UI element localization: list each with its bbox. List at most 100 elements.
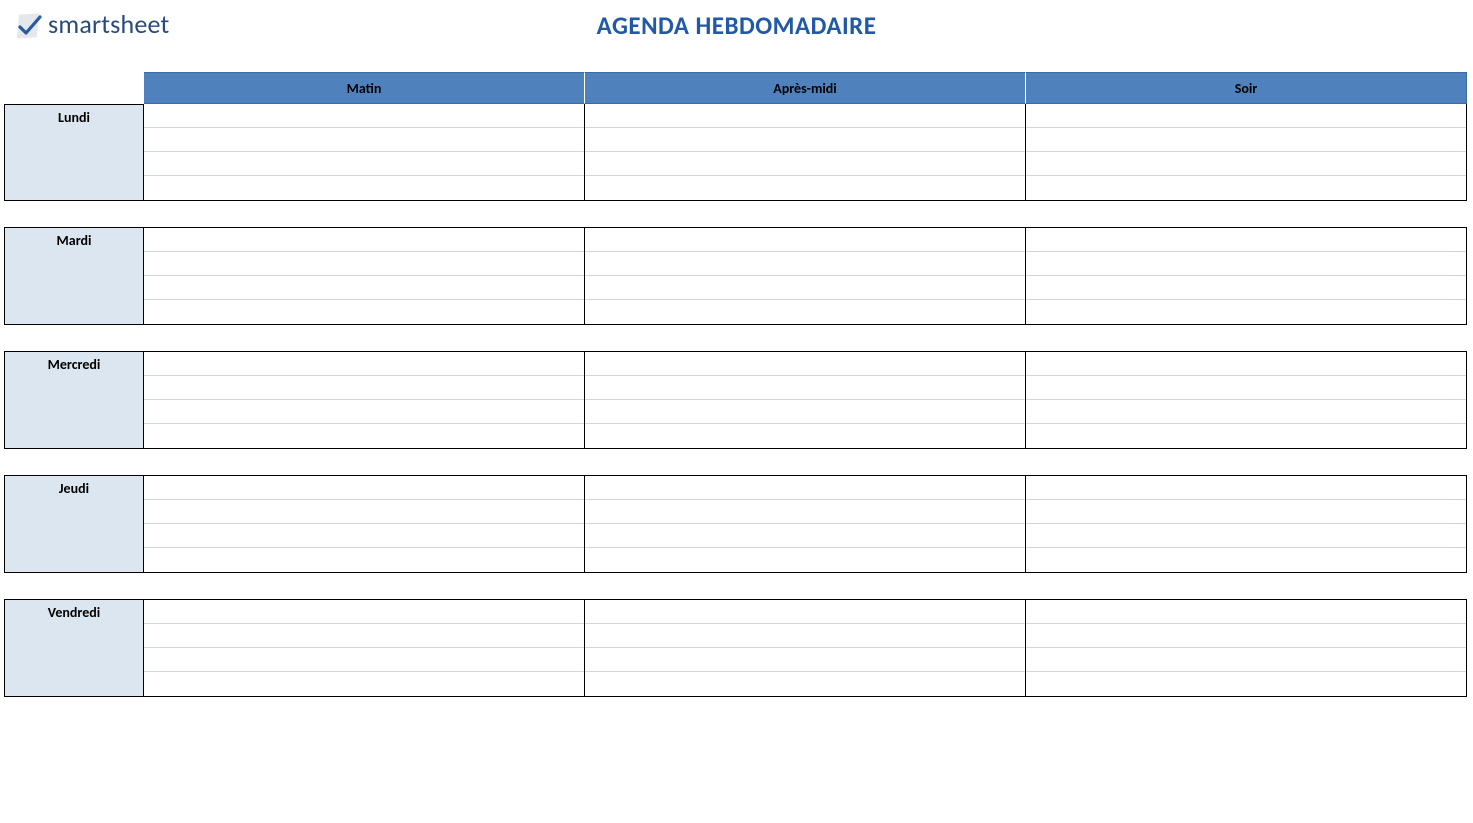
day-cells [144,227,1467,325]
col-header-apresmidi: Après-midi [585,72,1026,104]
cell-column [1026,475,1467,573]
day-block: Vendredi [4,599,1473,697]
agenda-cell[interactable] [1026,400,1466,424]
agenda-cell[interactable] [144,476,584,500]
agenda-cell[interactable] [1026,276,1466,300]
col-header-matin: Matin [144,72,585,104]
agenda-cell[interactable] [144,672,584,696]
agenda-cell[interactable] [1026,500,1466,524]
agenda-cell[interactable] [585,648,1025,672]
agenda-cell[interactable] [585,228,1025,252]
cell-column [585,351,1026,449]
agenda-cell[interactable] [585,400,1025,424]
cell-column [585,599,1026,697]
agenda-cell[interactable] [1026,228,1466,252]
agenda-cell[interactable] [144,228,584,252]
column-header-row: Matin Après-midi Soir [4,72,1473,104]
agenda-cell[interactable] [585,424,1025,448]
cell-column [585,227,1026,325]
agenda-cell[interactable] [144,352,584,376]
agenda-cell[interactable] [144,128,584,152]
cell-column [144,104,585,201]
agenda-grid: Matin Après-midi Soir Lundi Mardi Mercredi… [0,72,1473,697]
agenda-cell[interactable] [585,500,1025,524]
cell-column [1026,599,1467,697]
agenda-cell[interactable] [144,548,584,572]
cell-column [585,475,1026,573]
agenda-cell[interactable] [144,152,584,176]
agenda-cell[interactable] [144,300,584,324]
agenda-cell[interactable] [1026,104,1466,128]
agenda-cell[interactable] [585,624,1025,648]
agenda-cell[interactable] [144,400,584,424]
cell-column [144,475,585,573]
day-cells [144,104,1467,201]
agenda-cell[interactable] [144,104,584,128]
agenda-cell[interactable] [144,276,584,300]
agenda-cell[interactable] [144,624,584,648]
agenda-cell[interactable] [585,672,1025,696]
agenda-cell[interactable] [144,500,584,524]
agenda-cell[interactable] [585,352,1025,376]
agenda-cell[interactable] [1026,352,1466,376]
agenda-cell[interactable] [585,276,1025,300]
agenda-cell[interactable] [585,376,1025,400]
agenda-cell[interactable] [144,376,584,400]
agenda-cell[interactable] [585,128,1025,152]
day-block: Jeudi [4,475,1473,573]
cell-column [1026,227,1467,325]
agenda-cell[interactable] [1026,648,1466,672]
cell-column [144,599,585,697]
header: smartsheet AGENDA HEBDOMADAIRE [0,0,1473,72]
agenda-cell[interactable] [585,176,1025,200]
agenda-cell[interactable] [144,600,584,624]
agenda-cell[interactable] [585,548,1025,572]
agenda-cell[interactable] [144,648,584,672]
agenda-cell[interactable] [1026,376,1466,400]
corner-spacer [4,72,144,104]
agenda-cell[interactable] [585,152,1025,176]
day-label: Mardi [4,227,144,325]
cell-column [1026,351,1467,449]
cell-column [144,227,585,325]
day-block: Lundi [4,104,1473,201]
agenda-cell[interactable] [585,476,1025,500]
day-label: Jeudi [4,475,144,573]
agenda-cell[interactable] [144,176,584,200]
agenda-cell[interactable] [1026,152,1466,176]
agenda-cell[interactable] [144,524,584,548]
agenda-cell[interactable] [585,524,1025,548]
agenda-cell[interactable] [1026,476,1466,500]
agenda-cell[interactable] [144,252,584,276]
agenda-cell[interactable] [585,300,1025,324]
agenda-cell[interactable] [144,424,584,448]
agenda-cell[interactable] [1026,252,1466,276]
agenda-cell[interactable] [1026,548,1466,572]
day-cells [144,351,1467,449]
day-cells [144,599,1467,697]
day-cells [144,475,1467,573]
agenda-cell[interactable] [585,600,1025,624]
agenda-cell[interactable] [1026,300,1466,324]
day-label: Lundi [4,104,144,201]
agenda-cell[interactable] [585,252,1025,276]
agenda-cell[interactable] [1026,176,1466,200]
agenda-cell[interactable] [1026,524,1466,548]
cell-column [144,351,585,449]
agenda-cell[interactable] [1026,672,1466,696]
day-label: Mercredi [4,351,144,449]
col-header-soir: Soir [1026,72,1467,104]
day-block: Mercredi [4,351,1473,449]
page-title: AGENDA HEBDOMADAIRE [597,10,877,41]
agenda-cell[interactable] [1026,624,1466,648]
cell-column [1026,104,1467,201]
agenda-cell[interactable] [585,104,1025,128]
agenda-cell[interactable] [1026,128,1466,152]
logo-text: smartsheet [48,8,169,40]
agenda-cell[interactable] [1026,600,1466,624]
logo: smartsheet [14,8,169,40]
cell-column [585,104,1026,201]
smartsheet-check-icon [14,12,42,40]
day-label: Vendredi [4,599,144,697]
agenda-cell[interactable] [1026,424,1466,448]
